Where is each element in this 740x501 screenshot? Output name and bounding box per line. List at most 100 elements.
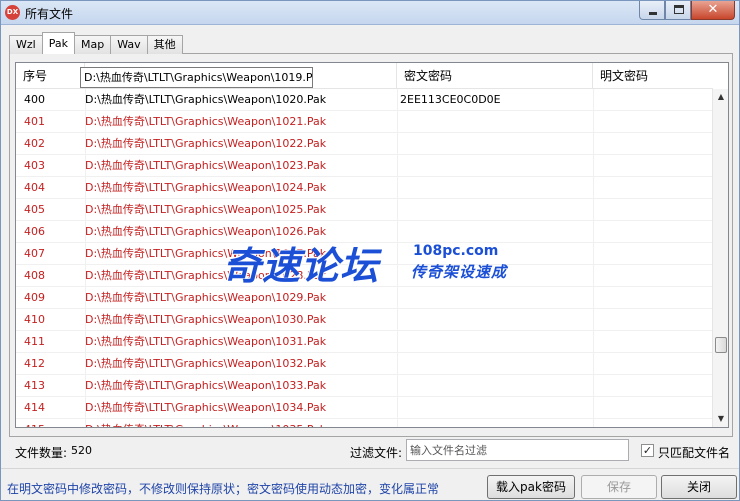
row-path-cell: D:\热血传奇\LTLT\Graphics\Weapon\1034.Pak [85, 401, 327, 414]
table-row[interactable]: 410 D:\热血传奇\LTLT\Graphics\Weapon\1030.Pak [16, 309, 713, 331]
row-path-cell: D:\热血传奇\LTLT\Graphics\Weapon\1020.Pak [85, 93, 327, 106]
table-row[interactable]: 411 D:\热血传奇\LTLT\Graphics\Weapon\1031.Pak [16, 331, 713, 353]
table-row[interactable]: 413 D:\热血传奇\LTLT\Graphics\Weapon\1033.Pak [16, 375, 713, 397]
table-row[interactable]: 404 D:\热血传奇\LTLT\Graphics\Weapon\1024.Pak [16, 177, 713, 199]
row-cipher-cell [400, 397, 590, 419]
row-path-cell: D:\热血传奇\LTLT\Graphics\Weapon\1033.Pak [85, 379, 327, 392]
row-cipher-cell [400, 199, 590, 221]
path-edit-box[interactable]: D:\热血传奇\LTLT\Graphics\Weapon\1019.Pak [80, 67, 313, 88]
row-index-cell: 401 [24, 115, 45, 128]
row-plain-cell[interactable] [598, 133, 708, 155]
close-button[interactable]: 关闭 [661, 475, 737, 499]
filter-label: 过滤文件: [350, 446, 403, 460]
row-plain-cell[interactable] [598, 199, 708, 221]
row-cipher-cell [400, 309, 590, 331]
vertical-scrollbar[interactable]: ▲ ▼ [712, 89, 728, 427]
row-path-cell: D:\热血传奇\LTLT\Graphics\Weapon\1029.Pak [85, 291, 327, 304]
row-path-cell: D:\热血传奇\LTLT\Graphics\Weapon\1026.Pak [85, 225, 327, 238]
row-path-cell: D:\热血传奇\LTLT\Graphics\Weapon\1035.Pak [85, 419, 390, 427]
table-row[interactable]: 402 D:\热血传奇\LTLT\Graphics\Weapon\1022.Pak [16, 133, 713, 155]
title-bar[interactable]: DX 所有文件 ✕ [1, 1, 739, 25]
row-plain-cell[interactable] [598, 177, 708, 199]
tab-strip: Wzl Pak Map Wav 其他 [9, 32, 183, 54]
row-path-cell: D:\热血传奇\LTLT\Graphics\Weapon\1023.Pak [85, 159, 327, 172]
row-index-cell: 414 [24, 401, 45, 414]
column-header-index[interactable]: 序号 [16, 63, 85, 89]
row-index-cell: 402 [24, 137, 45, 150]
row-index-cell: 400 [24, 93, 45, 106]
row-index-cell: 404 [24, 181, 45, 194]
row-cipher-cell [400, 419, 590, 427]
scroll-up-arrow-icon[interactable]: ▲ [713, 89, 728, 105]
row-plain-cell[interactable] [598, 419, 708, 427]
file-list[interactable]: 序号 密文密码 明文密码 400 D:\热血传奇\LTLT\Graphics\We… [15, 62, 729, 428]
row-cipher-cell [400, 243, 590, 265]
tab-other[interactable]: 其他 [146, 35, 183, 54]
table-row[interactable]: 407 D:\热血传奇\LTLT\Graphics\Weapon\1027.Pak [16, 243, 713, 265]
row-plain-cell[interactable] [598, 221, 708, 243]
match-only-checkbox[interactable]: ✓ [641, 444, 654, 457]
tab-pak[interactable]: Pak [41, 32, 75, 54]
row-plain-cell[interactable] [598, 331, 708, 353]
row-path-cell: D:\热血传奇\LTLT\Graphics\Weapon\1027.Pak [85, 247, 327, 260]
scroll-thumb[interactable] [715, 337, 727, 353]
table-row[interactable]: 400 D:\热血传奇\LTLT\Graphics\Weapon\1020.Pak… [16, 89, 713, 111]
table-row[interactable]: 406 D:\热血传奇\LTLT\Graphics\Weapon\1026.Pak [16, 221, 713, 243]
row-plain-cell[interactable] [598, 309, 708, 331]
table-row[interactable]: 409 D:\热血传奇\LTLT\Graphics\Weapon\1029.Pak [16, 287, 713, 309]
scroll-down-arrow-icon[interactable]: ▼ [713, 411, 728, 427]
row-cipher-cell [400, 265, 590, 287]
row-plain-cell[interactable] [598, 375, 708, 397]
row-index-cell: 406 [24, 225, 45, 238]
save-button[interactable]: 保存 [581, 475, 657, 499]
row-cipher-cell [400, 331, 590, 353]
row-index-cell: 409 [24, 291, 45, 304]
row-cipher-cell [400, 353, 590, 375]
row-path-cell: D:\热血传奇\LTLT\Graphics\Weapon\1021.Pak [85, 115, 327, 128]
row-path-cell: D:\热血传奇\LTLT\Graphics\Weapon\1032.Pak [85, 357, 327, 370]
row-plain-cell[interactable] [598, 111, 708, 133]
list-body: 400 D:\热血传奇\LTLT\Graphics\Weapon\1020.Pak… [16, 89, 713, 427]
table-row[interactable]: 405 D:\热血传奇\LTLT\Graphics\Weapon\1025.Pak [16, 199, 713, 221]
tab-wav[interactable]: Wav [110, 35, 148, 54]
match-only-label: 只匹配文件名 [658, 446, 731, 460]
row-index-cell: 413 [24, 379, 45, 392]
table-row[interactable]: 414 D:\热血传奇\LTLT\Graphics\Weapon\1034.Pak [16, 397, 713, 419]
minimize-button[interactable] [639, 1, 665, 20]
main-window: DX 所有文件 ✕ Wzl Pak Map Wav 其他 序号 密文密码 明文密… [0, 0, 740, 501]
tab-map[interactable]: Map [73, 35, 112, 54]
row-path-cell: D:\热血传奇\LTLT\Graphics\Weapon\1028.Pak [85, 269, 327, 282]
row-cipher-cell [400, 221, 590, 243]
window-title: 所有文件 [25, 7, 74, 21]
divider [1, 468, 739, 469]
table-row[interactable]: 412 D:\热血传奇\LTLT\Graphics\Weapon\1032.Pak [16, 353, 713, 375]
row-cipher-cell [400, 111, 590, 133]
tab-wzl[interactable]: Wzl [9, 35, 43, 54]
filter-input[interactable] [406, 439, 629, 461]
maximize-button[interactable] [665, 1, 691, 20]
file-count-label: 文件数量: [15, 446, 68, 460]
column-header-plain[interactable]: 明文密码 [593, 63, 713, 89]
row-plain-cell[interactable] [598, 265, 708, 287]
window-controls: ✕ [639, 1, 735, 20]
table-row[interactable]: 408 D:\热血传奇\LTLT\Graphics\Weapon\1028.Pak [16, 265, 713, 287]
app-icon: DX [5, 5, 20, 20]
row-cipher-cell [400, 133, 590, 155]
row-plain-cell[interactable] [598, 155, 708, 177]
row-plain-cell[interactable] [598, 287, 708, 309]
row-plain-cell[interactable] [598, 243, 708, 265]
row-plain-cell[interactable] [598, 353, 708, 375]
table-row[interactable]: 403 D:\热血传奇\LTLT\Graphics\Weapon\1023.Pak [16, 155, 713, 177]
row-plain-cell[interactable] [598, 397, 708, 419]
table-row[interactable]: 415D:\热血传奇\LTLT\Graphics\Weapon\1035.Pak [16, 419, 713, 427]
hint-text: 在明文密码中修改密码，不修改则保持原状；密文密码使用动态加密，变化属正常 [7, 482, 440, 496]
close-window-button[interactable]: ✕ [691, 1, 735, 20]
row-index-cell: 415 [24, 419, 84, 427]
row-cipher-cell [400, 287, 590, 309]
table-row[interactable]: 401 D:\热血传奇\LTLT\Graphics\Weapon\1021.Pak [16, 111, 713, 133]
row-path-cell: D:\热血传奇\LTLT\Graphics\Weapon\1030.Pak [85, 313, 327, 326]
row-plain-cell[interactable] [598, 89, 708, 111]
column-header-cipher[interactable]: 密文密码 [397, 63, 593, 89]
load-pak-password-button[interactable]: 载入pak密码 [487, 475, 575, 499]
row-index-cell: 412 [24, 357, 45, 370]
